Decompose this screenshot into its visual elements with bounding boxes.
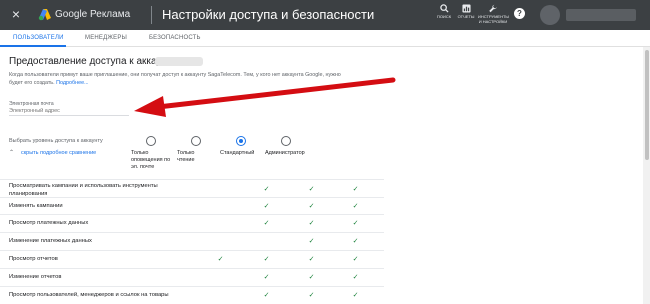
red-arrow-annotation [134,77,396,117]
